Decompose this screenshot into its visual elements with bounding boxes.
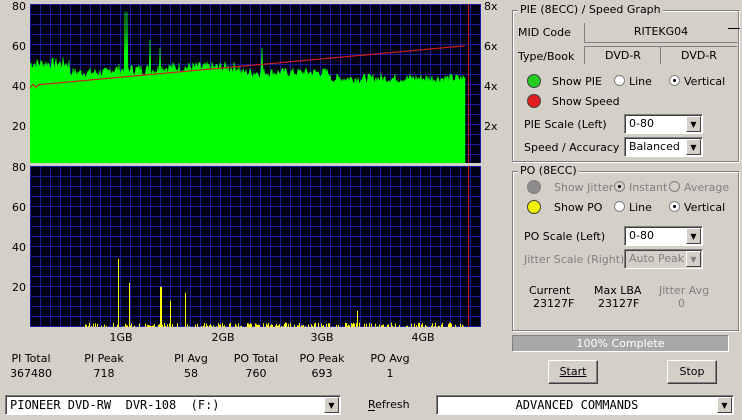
type-book-label: Type/Book (518, 50, 575, 63)
pie-line-label[interactable]: Line (629, 75, 652, 88)
x-axis-label: 2GB (211, 331, 235, 344)
show-jitter-label: Show Jitter (554, 181, 614, 194)
jitter-avg-label: Jitter Avg (659, 284, 710, 297)
pie-y-label: 20 (12, 120, 26, 133)
po-vertical-radio[interactable] (669, 201, 680, 212)
mid-code-text: RITEKG04 (633, 25, 689, 38)
jitter-instant-radio (614, 181, 625, 192)
current-label: Current (529, 284, 571, 297)
speed-y-label: 8x (484, 0, 498, 13)
pie-chart-plot (29, 4, 481, 164)
type-value: DVD-R (605, 49, 641, 62)
mid-code-label: MID Code (518, 26, 571, 39)
po-y-label: 20 (12, 281, 26, 294)
drive-select[interactable]: PIONEER DVD-RW DVR-108 (F:) ▼ (5, 395, 341, 415)
drive-select-value: PIONEER DVD-RW DVR-108 (F:) (10, 398, 220, 412)
pie-vertical-radio[interactable] (669, 75, 680, 86)
pie-color-swatch[interactable] (527, 74, 541, 88)
stat-value: 58 (184, 367, 198, 380)
pie-scale-dropdown[interactable]: 0-80 ▼ (624, 114, 703, 134)
pie-y-label: 40 (12, 80, 26, 93)
po-scale-label: PO Scale (Left) (524, 230, 606, 243)
stat-value: 1 (386, 367, 394, 380)
po-chart-plot (30, 166, 481, 327)
stop-button-label: Stop (679, 365, 705, 378)
pie-vertical-label[interactable]: Vertical (684, 75, 725, 88)
stat-label: PI Avg (174, 352, 208, 365)
book-value: DVD-R (681, 49, 717, 62)
stat-label: PI Total (11, 352, 51, 365)
x-axis-label: 4GB (411, 331, 435, 344)
jitter-scale-dropdown: Auto Peak ▼ (624, 249, 703, 269)
stat-value: 760 (245, 367, 267, 380)
pie-chart (29, 4, 481, 164)
pie-y-label: 60 (12, 40, 26, 53)
po-vertical-label[interactable]: Vertical (684, 201, 725, 214)
po-y-label: 60 (12, 201, 26, 214)
chevron-down-icon[interactable]: ▼ (686, 116, 701, 132)
pie-group-title: PIE (8ECC) / Speed Graph (518, 3, 663, 16)
stat-value: 367480 (10, 367, 52, 380)
po-scale-dropdown[interactable]: 0-80 ▼ (624, 226, 703, 246)
progress-text: 100% Complete (576, 337, 665, 350)
speed-line-stub (728, 28, 740, 29)
po-group-title: PO (8ECC) (518, 164, 579, 177)
show-speed-label[interactable]: Show Speed (552, 95, 620, 108)
stop-button[interactable]: Stop (667, 360, 717, 384)
max-lba-label: Max LBA (594, 284, 642, 297)
speed-y-label: 6x (484, 40, 498, 53)
commands-select-value: ADVANCED COMMANDS (515, 398, 639, 412)
speed-color-swatch[interactable] (527, 94, 541, 108)
jitter-scale-label: Jitter Scale (Right) (524, 253, 625, 266)
start-button[interactable]: Start (548, 360, 598, 384)
pie-y-label: 80 (12, 0, 26, 13)
stat-label: PO Avg (370, 352, 410, 365)
progress-bar: 100% Complete (512, 335, 729, 352)
commands-select[interactable]: ADVANCED COMMANDS ▼ (436, 395, 734, 415)
pie-line-radio[interactable] (614, 75, 625, 86)
type-value-box: DVD-R (584, 46, 661, 64)
x-axis-label: 3GB (310, 331, 334, 344)
jitter-instant-label: Instant (629, 181, 668, 194)
stat-label: PO Total (233, 352, 279, 365)
max-lba-value: 23127F (598, 297, 640, 310)
chevron-down-icon[interactable]: ▼ (324, 397, 339, 413)
jitter-avg-value: 0 (678, 297, 685, 310)
po-line-label[interactable]: Line (629, 201, 652, 214)
start-button-label: Start (559, 365, 587, 378)
po-scale-value: 0-80 (629, 229, 654, 242)
po-y-label: 80 (12, 161, 26, 174)
po-line-radio[interactable] (614, 201, 625, 212)
speed-y-label: 2x (484, 120, 498, 133)
current-value: 23127F (533, 297, 575, 310)
speed-accuracy-value: Balanced (629, 140, 680, 153)
chevron-down-icon[interactable]: ▼ (717, 397, 732, 413)
jitter-scale-value: Auto Peak (629, 252, 685, 265)
show-pie-label[interactable]: Show PIE (552, 75, 602, 88)
po-chart (30, 166, 481, 327)
speed-accuracy-dropdown[interactable]: Balanced ▼ (624, 137, 703, 157)
mid-code-value: RITEKG04 (584, 23, 737, 43)
chevron-down-icon[interactable]: ▼ (686, 139, 701, 155)
speed-y-label: 4x (484, 80, 498, 93)
pie-scale-value: 0-80 (629, 117, 654, 130)
stat-label: PI Peak (84, 352, 124, 365)
po-y-label: 40 (12, 241, 26, 254)
jitter-average-radio (669, 181, 680, 192)
speed-accuracy-label: Speed / Accuracy (524, 141, 620, 154)
jitter-color-swatch (527, 180, 541, 194)
refresh-underline (368, 410, 375, 411)
book-value-box: DVD-R (660, 46, 737, 64)
stat-value: 718 (93, 367, 115, 380)
show-po-label[interactable]: Show PO (554, 201, 602, 214)
x-axis-label: 1GB (109, 331, 133, 344)
pie-scale-label: PIE Scale (Left) (524, 118, 607, 131)
chevron-down-icon[interactable]: ▼ (686, 228, 701, 244)
jitter-average-label: Average (684, 181, 730, 194)
chevron-down-icon: ▼ (686, 251, 701, 267)
stat-value: 693 (311, 367, 333, 380)
stat-label: PO Peak (299, 352, 345, 365)
po-color-swatch[interactable] (527, 200, 541, 214)
